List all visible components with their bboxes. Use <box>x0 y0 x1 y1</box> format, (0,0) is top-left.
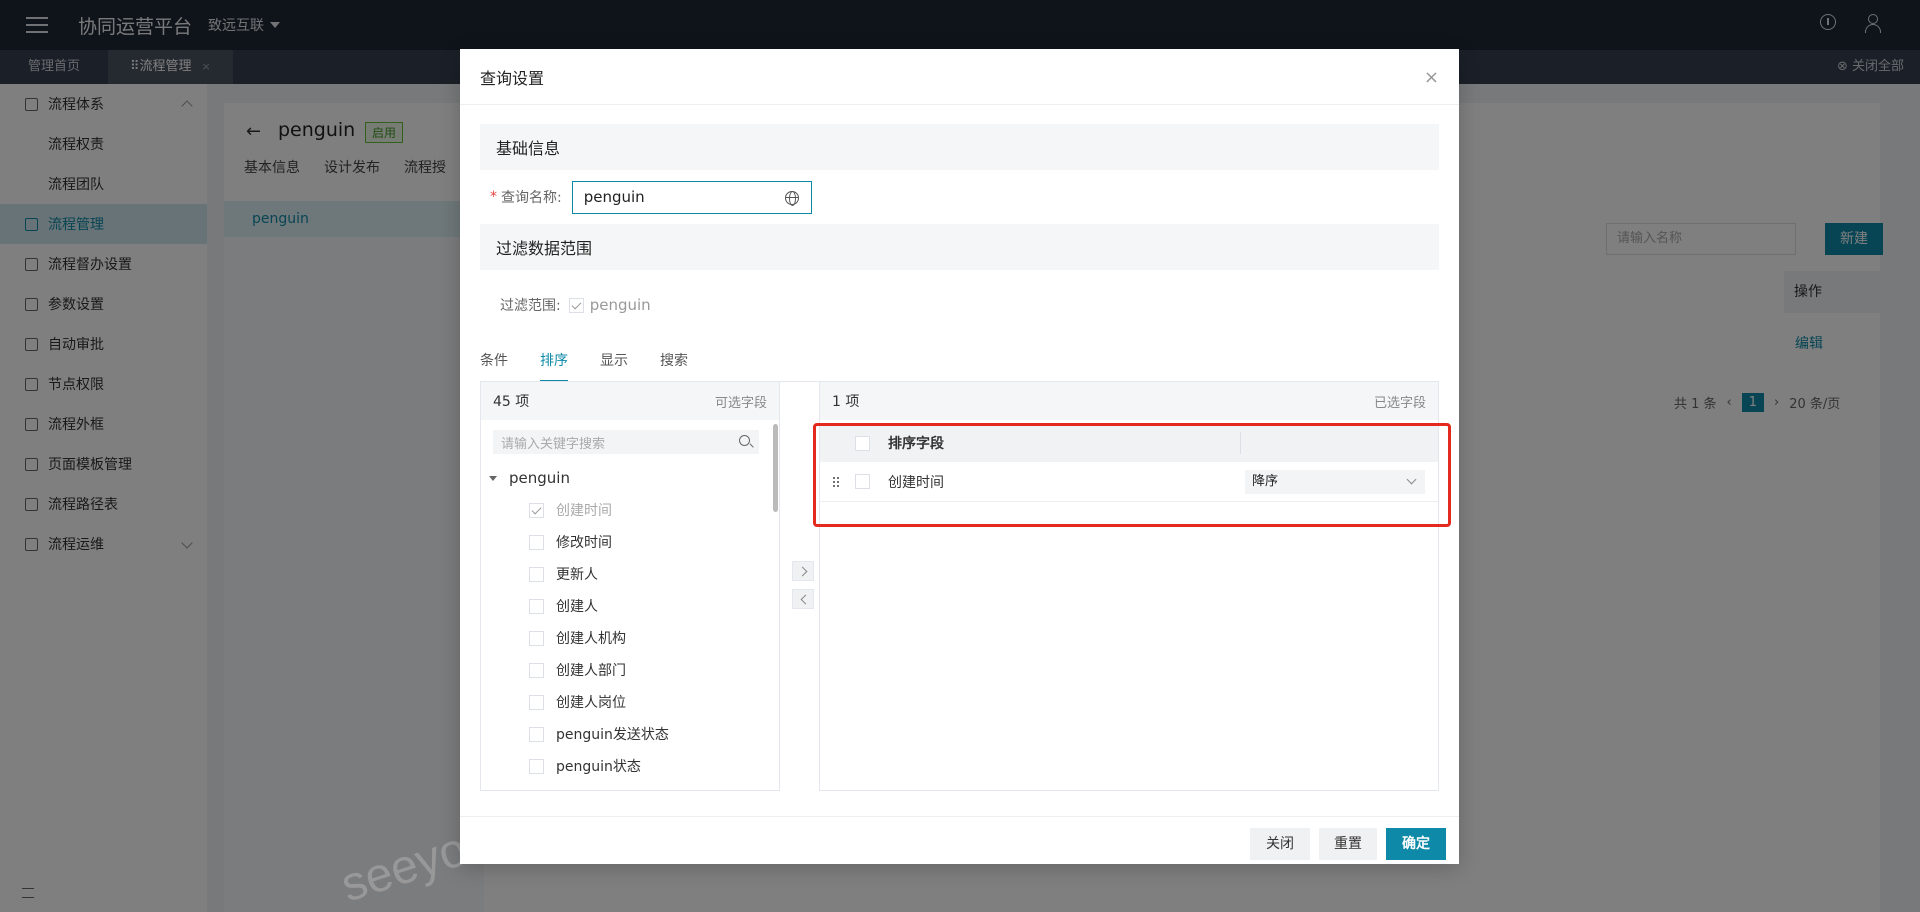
tab-display[interactable]: 显示 <box>600 340 660 381</box>
filter-range-row: 过滤范围: penguin <box>460 270 1459 340</box>
field-checkbox[interactable] <box>529 630 544 646</box>
settings-tabs: 条件 排序 显示 搜索 <box>480 340 1439 382</box>
selected-title: 已选字段 <box>1373 395 1426 411</box>
tree-item[interactable]: 创建人机构 <box>481 622 779 654</box>
field-label: 更新人 <box>556 567 598 583</box>
field-search-placeholder: 请输入关键字搜索 <box>501 436 606 452</box>
tab-sort[interactable]: 排序 <box>540 340 600 382</box>
tree-item[interactable]: 创建人 <box>481 590 779 622</box>
tree-root[interactable]: penguin <box>481 462 779 494</box>
tree-item: 创建时间 <box>481 494 779 526</box>
field-checkbox <box>529 502 544 518</box>
globe-icon[interactable] <box>784 190 799 206</box>
field-label: 创建人机构 <box>556 631 626 647</box>
field-checkbox[interactable] <box>529 598 544 614</box>
field-search-input[interactable]: 请输入关键字搜索 <box>493 430 759 454</box>
query-name-value: penguin <box>583 188 645 206</box>
query-name-label: 查询名称: <box>501 190 562 206</box>
field-checkbox[interactable] <box>529 694 544 710</box>
filter-range-label: 过滤范围: <box>500 298 561 314</box>
highlight-box <box>813 423 1451 527</box>
query-name-row: * 查询名称: penguin <box>460 170 1459 224</box>
close-button[interactable]: 关闭 <box>1250 828 1310 860</box>
available-fields-panel: 45 项 可选字段 请输入关键字搜索 penguin 创建时间 修改时间 更新人… <box>480 381 780 791</box>
move-right-button[interactable] <box>792 561 814 581</box>
field-label: 创建人部门 <box>556 663 626 679</box>
dialog-header: 查询设置 × <box>460 49 1459 105</box>
available-title: 可选字段 <box>714 395 767 411</box>
field-checkbox[interactable] <box>529 566 544 582</box>
available-count: 45 项 <box>493 394 530 410</box>
tree-item[interactable]: 更新人 <box>481 558 779 590</box>
dialog-title: 查询设置 <box>480 68 545 88</box>
tree-item[interactable]: 创建人岗位 <box>481 686 779 718</box>
field-label: 创建时间 <box>556 503 612 519</box>
scrollbar[interactable] <box>773 424 778 512</box>
tab-search[interactable]: 搜索 <box>660 340 720 381</box>
caret-down-icon[interactable] <box>489 475 497 481</box>
field-checkbox[interactable] <box>529 662 544 678</box>
field-label: 创建人 <box>556 599 598 615</box>
field-label: 创建人岗位 <box>556 695 626 711</box>
close-icon[interactable]: × <box>1424 67 1439 88</box>
query-name-input[interactable]: penguin <box>571 180 812 214</box>
selected-count: 1 项 <box>832 394 860 410</box>
reset-button[interactable]: 重置 <box>1319 828 1377 860</box>
tree-item[interactable]: penguin状态 <box>481 750 779 782</box>
field-label: penguin状态 <box>556 759 641 775</box>
tab-conditions[interactable]: 条件 <box>480 340 540 381</box>
section-basic-info: 基础信息 <box>480 124 1439 170</box>
required-mark: * <box>490 189 497 205</box>
field-checkbox[interactable] <box>529 534 544 550</box>
tree-item[interactable]: penguin发送状态 <box>481 718 779 750</box>
tree-item[interactable]: 修改时间 <box>481 526 779 558</box>
filter-range-value: penguin <box>589 296 651 314</box>
section-filter-range: 过滤数据范围 <box>480 224 1439 270</box>
dialog-footer: 关闭 重置 确定 <box>460 816 1459 864</box>
query-settings-dialog: 查询设置 × 基础信息 * 查询名称: penguin 过滤数据范围 过滤范围:… <box>460 49 1459 864</box>
field-label: 修改时间 <box>556 535 612 551</box>
filter-range-checkbox[interactable] <box>568 297 584 313</box>
tree-item[interactable]: 创建人部门 <box>481 654 779 686</box>
move-left-button[interactable] <box>792 589 814 609</box>
transfer-buttons <box>792 561 814 617</box>
tree-root-label: penguin <box>509 469 570 487</box>
available-fields-header: 45 项 可选字段 <box>481 382 779 420</box>
field-checkbox[interactable] <box>529 758 544 774</box>
selected-fields-header: 1 项 已选字段 <box>820 382 1438 420</box>
field-transfer: 45 项 可选字段 请输入关键字搜索 penguin 创建时间 修改时间 更新人… <box>480 381 1451 791</box>
field-label: penguin发送状态 <box>556 727 669 743</box>
field-checkbox[interactable] <box>529 726 544 742</box>
search-icon[interactable] <box>739 435 750 446</box>
confirm-button[interactable]: 确定 <box>1386 828 1446 860</box>
